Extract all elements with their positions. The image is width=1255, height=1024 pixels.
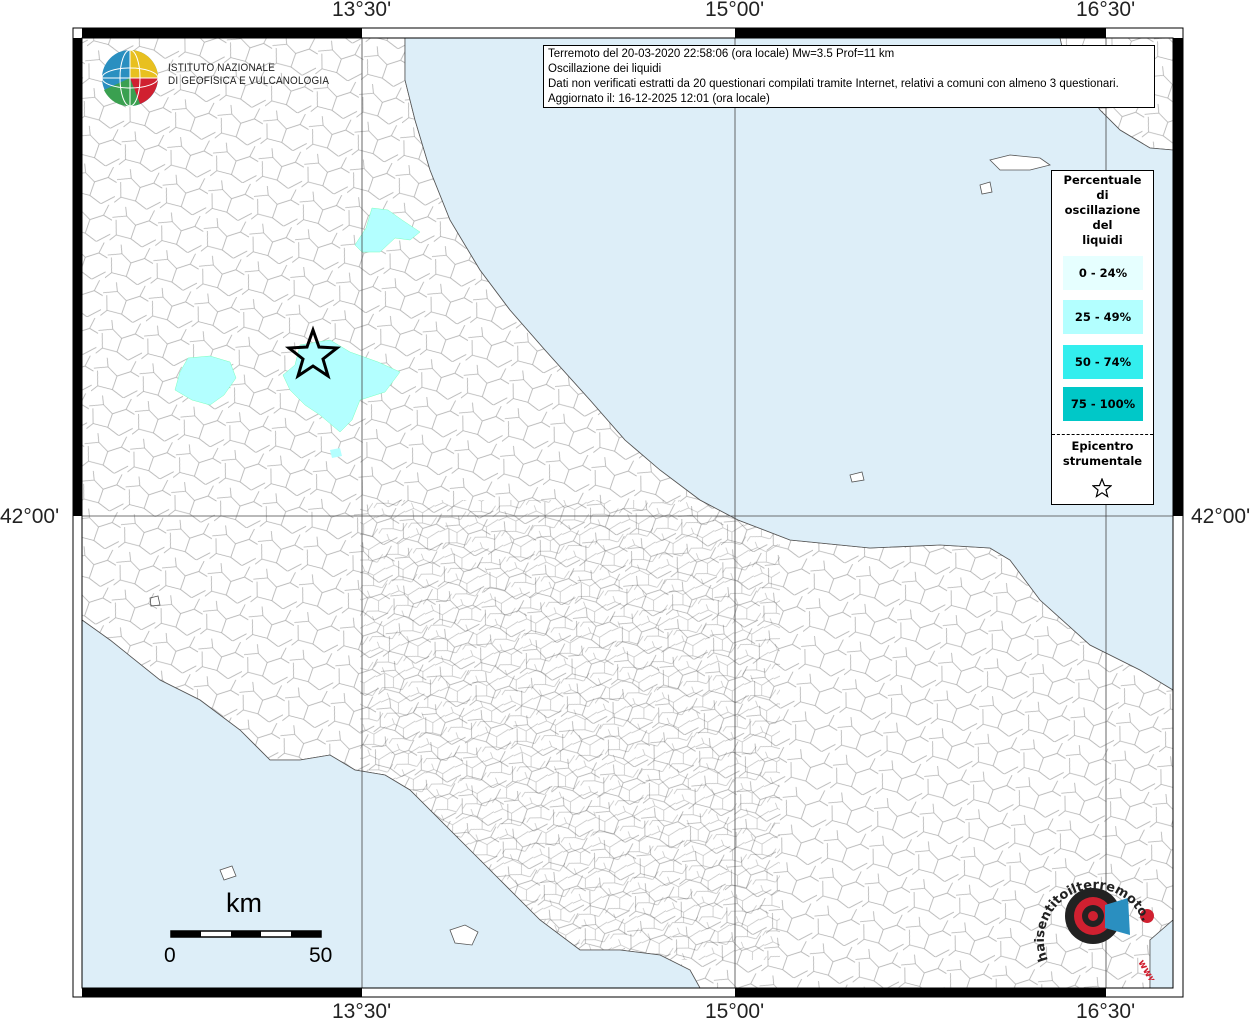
legend-class-0-24: 0 - 24% [1063, 256, 1143, 290]
legend-title-line: Percentuale [1063, 173, 1142, 187]
lon-tick-top-2: 15°00' [705, 0, 765, 21]
legend-title-line: oscillazione [1064, 203, 1141, 217]
legend-epicenter-line: strumentale [1062, 454, 1143, 468]
lon-tick-bottom-1: 13°30' [332, 1000, 392, 1023]
legend-separator [1052, 434, 1153, 435]
legend-title-line: del [1092, 218, 1113, 232]
legend-class-25-49: 25 - 49% [1063, 300, 1143, 334]
scale-start: 0 [164, 944, 176, 967]
stamp-arc-text: haisentitoilterremoto.it [1030, 860, 1153, 964]
lon-tick-top-3: 16°30' [1076, 0, 1136, 21]
legend-epicenter-line: Epicentro [1071, 439, 1134, 453]
scale-end: 50 [309, 944, 333, 967]
lat-tick-left: 42°00' [0, 505, 60, 528]
lon-tick-top-1: 13°30' [332, 0, 392, 21]
scale-bar [170, 930, 322, 938]
legend: Percentuale di oscillazione del liquidi … [1051, 170, 1154, 505]
lat-tick-right: 42°00' [1191, 505, 1251, 528]
ingv-logo-text: ISTITUTO NAZIONALE DI GEOFISICA E VULCAN… [168, 62, 329, 88]
stamp-www: www. [1135, 958, 1160, 980]
ingv-logo-icon [101, 49, 159, 107]
logo-line-2: DI GEOFISICA E VULCANOLOGIA [168, 75, 330, 87]
legend-class-50-74: 50 - 74% [1063, 345, 1143, 379]
stamp-text: haisentitoilterremoto.it www. [1030, 860, 1160, 980]
legend-title-line: di [1096, 188, 1109, 202]
scale-unit: km [226, 888, 262, 918]
legend-class-75-100: 75 - 100% [1063, 387, 1143, 421]
map-subject: Oscillazione dei liquidi [548, 63, 662, 75]
legend-epicenter-label: Epicentro strumentale [1052, 439, 1153, 469]
data-note: Dati non verificati estratti da 20 quest… [548, 78, 1119, 90]
logo-line-1: ISTITUTO NAZIONALE [168, 62, 276, 74]
svg-text:haisentitoilterremoto.it: haisentitoilterremoto.it [1030, 860, 1153, 964]
lon-tick-bottom-3: 16°30' [1076, 1000, 1136, 1023]
legend-title: Percentuale di oscillazione del liquidi [1052, 173, 1153, 248]
event-title: Terremoto del 20-03-2020 22:58:06 (ora l… [548, 48, 895, 60]
updated-date: Aggiornato il: 16-12-2025 12:01 (ora loc… [548, 93, 770, 105]
legend-title-line: liquidi [1082, 233, 1123, 247]
event-info-box: Terremoto del 20-03-2020 22:58:06 (ora l… [543, 45, 1155, 108]
lon-tick-bottom-2: 15°00' [705, 1000, 765, 1023]
legend-star-icon [1092, 478, 1112, 498]
